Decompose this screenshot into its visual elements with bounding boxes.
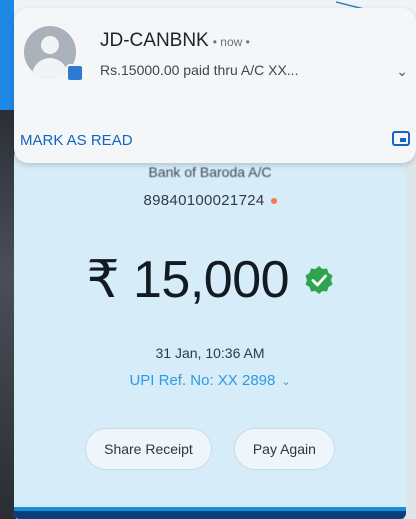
chevron-down-icon: ⌄	[281, 375, 291, 388]
upi-reference-toggle[interactable]: UPI Ref. No: XX 2898 ⌄	[14, 372, 406, 389]
share-receipt-button[interactable]: Share Receipt	[85, 428, 212, 470]
payee-bank-label: Bank of Baroda A/C	[148, 164, 272, 180]
payment-card: Bank of Baroda A/C 89840100021724 ₹ 15,0…	[14, 150, 406, 519]
notification-card[interactable]: JD-CANBNK • now • Rs.15000.00 paid thru A…	[14, 8, 416, 163]
amount-row: ₹ 15,000	[14, 250, 406, 310]
background-accent	[0, 0, 14, 110]
upi-reference: UPI Ref. No: XX 2898	[129, 372, 276, 389]
pay-again-button[interactable]: Pay Again	[233, 428, 335, 470]
open-in-app-icon[interactable]	[390, 128, 412, 150]
notification-meta: • now •	[212, 35, 250, 49]
status-dot	[270, 198, 277, 205]
action-buttons: Share Receipt Pay Again	[14, 428, 406, 470]
notification-preview: Rs.15000.00 paid thru A/C XX...	[100, 62, 299, 78]
amount: ₹ 15,000	[86, 251, 290, 309]
chevron-down-icon[interactable]: ⌄	[396, 63, 408, 80]
transaction-datetime: 31 Jan, 10:36 AM	[155, 345, 265, 361]
message-app-badge-icon	[66, 64, 84, 82]
card-bottom-bar	[14, 507, 406, 519]
mark-as-read-button[interactable]: MARK AS READ	[20, 132, 133, 149]
verified-check-icon	[305, 266, 333, 294]
notification-sender: JD-CANBNK • now •	[100, 30, 250, 51]
account-number: 89840100021724	[14, 192, 406, 209]
